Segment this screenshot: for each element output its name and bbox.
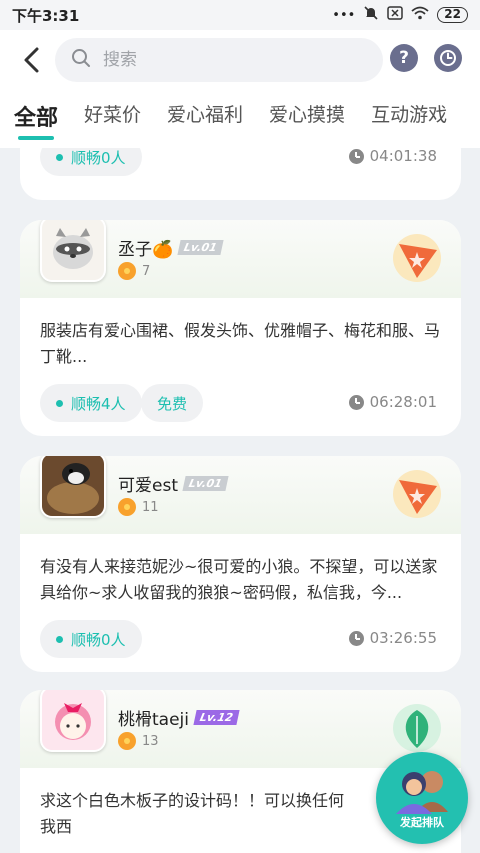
dot-icon <box>56 399 63 407</box>
more-dots-icon: ••• <box>332 7 356 23</box>
avatar[interactable] <box>40 690 106 752</box>
username-label: 可爱est <box>118 476 178 496</box>
post-time: 04:01:38 <box>348 148 437 165</box>
dot-icon <box>56 153 63 161</box>
avatar[interactable] <box>40 456 106 518</box>
post-header: 可爱est Lv.01 11 <box>20 456 461 534</box>
post-header: 桃榾taeji Lv.12 13 <box>20 690 461 768</box>
flag-icon <box>399 244 437 278</box>
top-header: ? 全部 好菜价 爱心福利 爱心摸摸 互动游戏 <box>0 30 480 148</box>
post-time: 06:28:01 <box>348 393 437 411</box>
username-label: 丞子🍊 <box>118 240 174 260</box>
start-queue-button[interactable]: 发起排队 <box>376 752 468 844</box>
flower-icon <box>118 498 136 516</box>
tab-charity-welfare[interactable]: 爱心福利 <box>167 100 243 127</box>
level-badge: Lv.01 <box>177 240 224 255</box>
leaf-icon <box>405 710 429 748</box>
status-pill[interactable]: 顺畅0人 <box>40 148 142 176</box>
raccoon-avatar-icon <box>42 220 104 280</box>
search-input[interactable] <box>103 50 323 70</box>
level-badge: Lv.01 <box>182 476 229 491</box>
username-label: 桃榾taeji <box>118 710 189 730</box>
status-pill-label: 顺畅0人 <box>71 630 126 649</box>
post-card[interactable]: 可爱est Lv.01 11 有没有人来接范妮沙~很可爱的小狼。不探望，可以送家… <box>20 456 461 672</box>
post-time: 03:26:55 <box>348 629 437 647</box>
status-icons: ••• 22 <box>332 5 468 25</box>
post-text: 有没有人来接范妮沙~很可爱的小狼。不探望，可以送家具给你~求人收留我的狼狼~密码… <box>40 557 438 602</box>
clock-icon <box>348 630 364 646</box>
post-header: 丞子🍊 Lv.01 7 <box>20 220 461 298</box>
mute-icon <box>363 5 379 25</box>
status-pill[interactable]: 顺畅4人 <box>40 384 142 422</box>
flag-icon <box>399 480 437 514</box>
help-button[interactable]: ? <box>390 44 418 72</box>
username[interactable]: 丞子🍊 Lv.01 <box>118 235 224 260</box>
help-icon: ? <box>399 48 409 68</box>
clock-icon <box>348 148 364 164</box>
people-icon <box>396 771 448 814</box>
no-sim-icon <box>387 6 404 24</box>
post-time-value: 03:26:55 <box>369 629 437 647</box>
post-card[interactable]: 丞子🍊 Lv.01 7 服装店有爱心围裙、假发头饰、优雅帽子、梅花和服、马丁靴.… <box>20 220 461 436</box>
clock-icon <box>348 394 364 410</box>
chevron-left-icon <box>24 47 39 73</box>
pet-photo-avatar-icon <box>42 456 104 516</box>
girl-avatar-icon <box>42 690 104 750</box>
flower-count: 7 <box>118 262 150 280</box>
post-feed[interactable]: 顺畅0人 04:01:38 丞子🍊 Lv.01 7 服装店有爱心围裙、假发头饰、… <box>0 148 480 853</box>
dot-icon <box>56 635 63 643</box>
tab-all[interactable]: 全部 <box>14 100 58 140</box>
flower-count: 13 <box>118 732 159 750</box>
category-tabs: 全部 好菜价 爱心福利 爱心摸摸 互动游戏 <box>0 100 480 140</box>
avatar[interactable] <box>40 220 106 282</box>
post-footer: 顺畅0人 03:26:55 <box>20 612 461 672</box>
level-badge: Lv.12 <box>193 710 240 725</box>
flower-count-value: 11 <box>142 499 159 515</box>
post-footer: 顺畅4人 免费 06:28:01 <box>20 376 461 436</box>
flower-icon <box>118 262 136 280</box>
tab-charity-pat[interactable]: 爱心摸摸 <box>269 100 345 127</box>
status-pill-label: 顺畅4人 <box>71 394 126 413</box>
post-time-value: 04:01:38 <box>369 148 437 165</box>
tab-games[interactable]: 互动游戏 <box>371 100 447 127</box>
flower-count: 11 <box>118 498 159 516</box>
clock-icon <box>440 50 456 66</box>
category-badge <box>393 704 441 752</box>
start-queue-label: 发起排队 <box>400 816 444 829</box>
back-button[interactable] <box>20 44 44 76</box>
category-badge <box>393 470 441 518</box>
tab-good-prices[interactable]: 好菜价 <box>84 100 141 127</box>
username[interactable]: 可爱est Lv.01 <box>118 471 229 496</box>
flower-count-value: 13 <box>142 733 159 749</box>
post-footer: 顺畅0人 04:01:38 <box>20 148 461 190</box>
post-text: 服装店有爱心围裙、假发头饰、优雅帽子、梅花和服、马丁靴... <box>40 321 441 366</box>
username[interactable]: 桃榾taeji Lv.12 <box>118 705 240 730</box>
status-pill[interactable]: 顺畅0人 <box>40 620 142 658</box>
search-bar[interactable] <box>55 38 383 82</box>
search-icon <box>71 48 91 72</box>
battery-indicator: 22 <box>437 7 468 23</box>
free-pill[interactable]: 免费 <box>141 384 204 422</box>
post-time-value: 06:28:01 <box>369 393 437 411</box>
category-badge <box>393 234 441 282</box>
free-pill-label: 免费 <box>157 394 188 413</box>
status-bar: 下午3:31 ••• 22 <box>0 0 480 30</box>
status-pill-label: 顺畅0人 <box>71 148 126 167</box>
wifi-icon <box>411 6 429 24</box>
flower-icon <box>118 732 136 750</box>
flower-count-value: 7 <box>142 263 151 279</box>
history-button[interactable] <box>434 44 462 72</box>
status-time: 下午3:31 <box>12 6 80 25</box>
post-card[interactable]: 顺畅0人 04:01:38 <box>20 148 461 200</box>
